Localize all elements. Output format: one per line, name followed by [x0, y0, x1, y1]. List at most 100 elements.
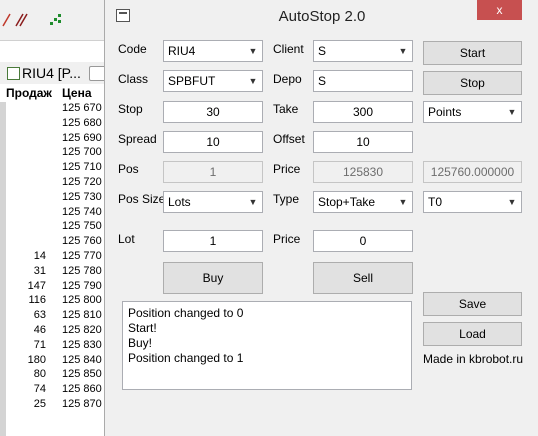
close-button[interactable]: x: [477, 0, 522, 20]
class-select[interactable]: SPBFUT ▼: [163, 70, 263, 92]
autostop-window: AutoStop 2.0 x Code Class Stop Spread Po…: [104, 0, 538, 436]
last-price-field: 125760.000000: [423, 161, 522, 183]
sell-button[interactable]: Sell: [313, 262, 413, 294]
order-book-price: 125 760: [62, 235, 102, 248]
order-book-price: 125 820: [62, 324, 102, 336]
stop-button[interactable]: Stop: [423, 71, 522, 95]
stop-field[interactable]: 30: [163, 101, 263, 123]
order-book-price: 125 700: [62, 146, 102, 159]
background-app: RIU4 [P... Продаж Цена 125 670 125 680 125…: [0, 0, 107, 436]
order-book-price: 125 840: [62, 353, 102, 366]
order-book-price: 125 690: [62, 131, 102, 144]
spread-label: Spread: [118, 132, 157, 146]
load-button[interactable]: Load: [423, 322, 522, 346]
take-field[interactable]: 300: [313, 101, 413, 123]
title-bar[interactable]: AutoStop 2.0 x: [105, 0, 538, 30]
order-book-row: 125 730: [0, 191, 107, 203]
order-book-row: 63 125 810: [0, 309, 107, 321]
order-book-row: 125 680: [0, 117, 107, 129]
order-book-row: 125 740: [0, 206, 107, 218]
order-book-row: 74 125 860: [0, 383, 107, 395]
order-book-row: 116 125 800: [0, 294, 107, 306]
lot-field[interactable]: 1: [163, 230, 263, 252]
buy-button[interactable]: Buy: [163, 262, 263, 294]
order-book-qty: 80: [33, 368, 46, 381]
lot-label: Lot: [118, 232, 135, 246]
client-label: Client: [273, 42, 304, 56]
level-tool-icon[interactable]: [48, 12, 64, 28]
log-textarea[interactable]: Position changed to 0 Start! Buy! Positi…: [122, 301, 412, 390]
order-book-qty: 46: [33, 324, 46, 336]
type-value: Stop+Take: [318, 195, 376, 209]
log-line: Position changed to 0: [128, 306, 244, 320]
background-tab[interactable]: RIU4 [P...: [0, 62, 107, 85]
order-book-qty: 180: [27, 353, 46, 366]
chevron-down-icon: ▼: [248, 76, 258, 86]
spread-field[interactable]: 10: [163, 131, 263, 153]
order-book-price: 125 780: [62, 264, 102, 277]
account-value: T0: [428, 195, 443, 209]
order-book-qty: 14: [33, 250, 46, 262]
order-book-row: 14 125 770: [0, 250, 107, 262]
order-book-price: 125 730: [62, 190, 102, 203]
code-select[interactable]: RIU4 ▼: [163, 40, 263, 62]
order-book-price: 125 870: [62, 398, 102, 410]
price2-field[interactable]: 0: [313, 230, 413, 252]
background-toolbar: [0, 0, 107, 41]
chevron-down-icon: ▼: [248, 197, 258, 207]
type-label: Type: [273, 192, 300, 206]
order-book-qty: 31: [33, 264, 46, 277]
footer-credit: Made in kbrobot.ru: [423, 352, 524, 366]
pos-size-select[interactable]: Lots ▼: [163, 191, 263, 213]
stop-label: Stop: [118, 102, 143, 116]
client-select[interactable]: S ▼: [313, 40, 413, 62]
order-book-price: 125 670: [62, 102, 102, 114]
order-book-price: 125 850: [62, 368, 102, 381]
order-book-row: 46 125 820: [0, 324, 107, 336]
save-button[interactable]: Save: [423, 292, 522, 316]
chevron-down-icon: ▼: [507, 197, 517, 207]
order-book-row: 125 670: [0, 102, 107, 114]
order-book-qty: 25: [33, 398, 46, 410]
order-book-qty: 116: [28, 294, 46, 307]
offset-field[interactable]: 10: [313, 131, 413, 153]
draw-line-icon[interactable]: [14, 12, 30, 28]
order-book-row: 180 125 840: [0, 354, 107, 366]
order-book-price: 125 810: [62, 309, 102, 322]
order-book-row: 125 690: [0, 132, 107, 144]
units-select[interactable]: Points ▼: [423, 101, 522, 123]
start-button[interactable]: Start: [423, 41, 522, 65]
window-title: AutoStop 2.0: [278, 8, 366, 25]
order-book-row: 125 710: [0, 161, 107, 173]
column-header-price: Цена: [62, 86, 92, 100]
order-book-price: 125 790: [62, 279, 102, 292]
chevron-down-icon: ▼: [398, 46, 408, 56]
chevron-down-icon: ▼: [398, 197, 408, 207]
order-book-price: 125 860: [62, 383, 102, 396]
order-book-price: 125 770: [62, 250, 102, 262]
order-book-row: 125 750: [0, 220, 107, 232]
order-book-price: 125 830: [62, 338, 102, 351]
order-book-price: 125 680: [62, 116, 102, 129]
log-line: Buy!: [128, 336, 153, 350]
order-book: Продаж Цена 125 670 125 680 125 690 125 700…: [0, 84, 107, 436]
depo-label: Depo: [273, 72, 302, 86]
order-book-qty: 147: [27, 279, 46, 292]
order-book-row: 125 720: [0, 176, 107, 188]
class-value: SPBFUT: [168, 74, 216, 88]
order-book-row: 80 125 850: [0, 368, 107, 380]
price-field: 125830: [313, 161, 413, 183]
order-book-price: 125 710: [62, 161, 102, 174]
price-label: Price: [273, 162, 301, 176]
price2-label: Price: [273, 232, 301, 246]
order-book-qty: 71: [33, 338, 46, 351]
account-select[interactable]: T0 ▼: [423, 191, 522, 213]
order-book-qty: 74: [33, 383, 46, 396]
chevron-down-icon: ▼: [507, 107, 517, 117]
background-tab-label: RIU4 [P...: [22, 65, 81, 81]
order-book-row: 31 125 780: [0, 265, 107, 277]
order-book-row: 147 125 790: [0, 280, 107, 292]
type-select[interactable]: Stop+Take ▼: [313, 191, 413, 213]
pos-field: 1: [163, 161, 263, 183]
depo-field[interactable]: S: [313, 70, 413, 92]
